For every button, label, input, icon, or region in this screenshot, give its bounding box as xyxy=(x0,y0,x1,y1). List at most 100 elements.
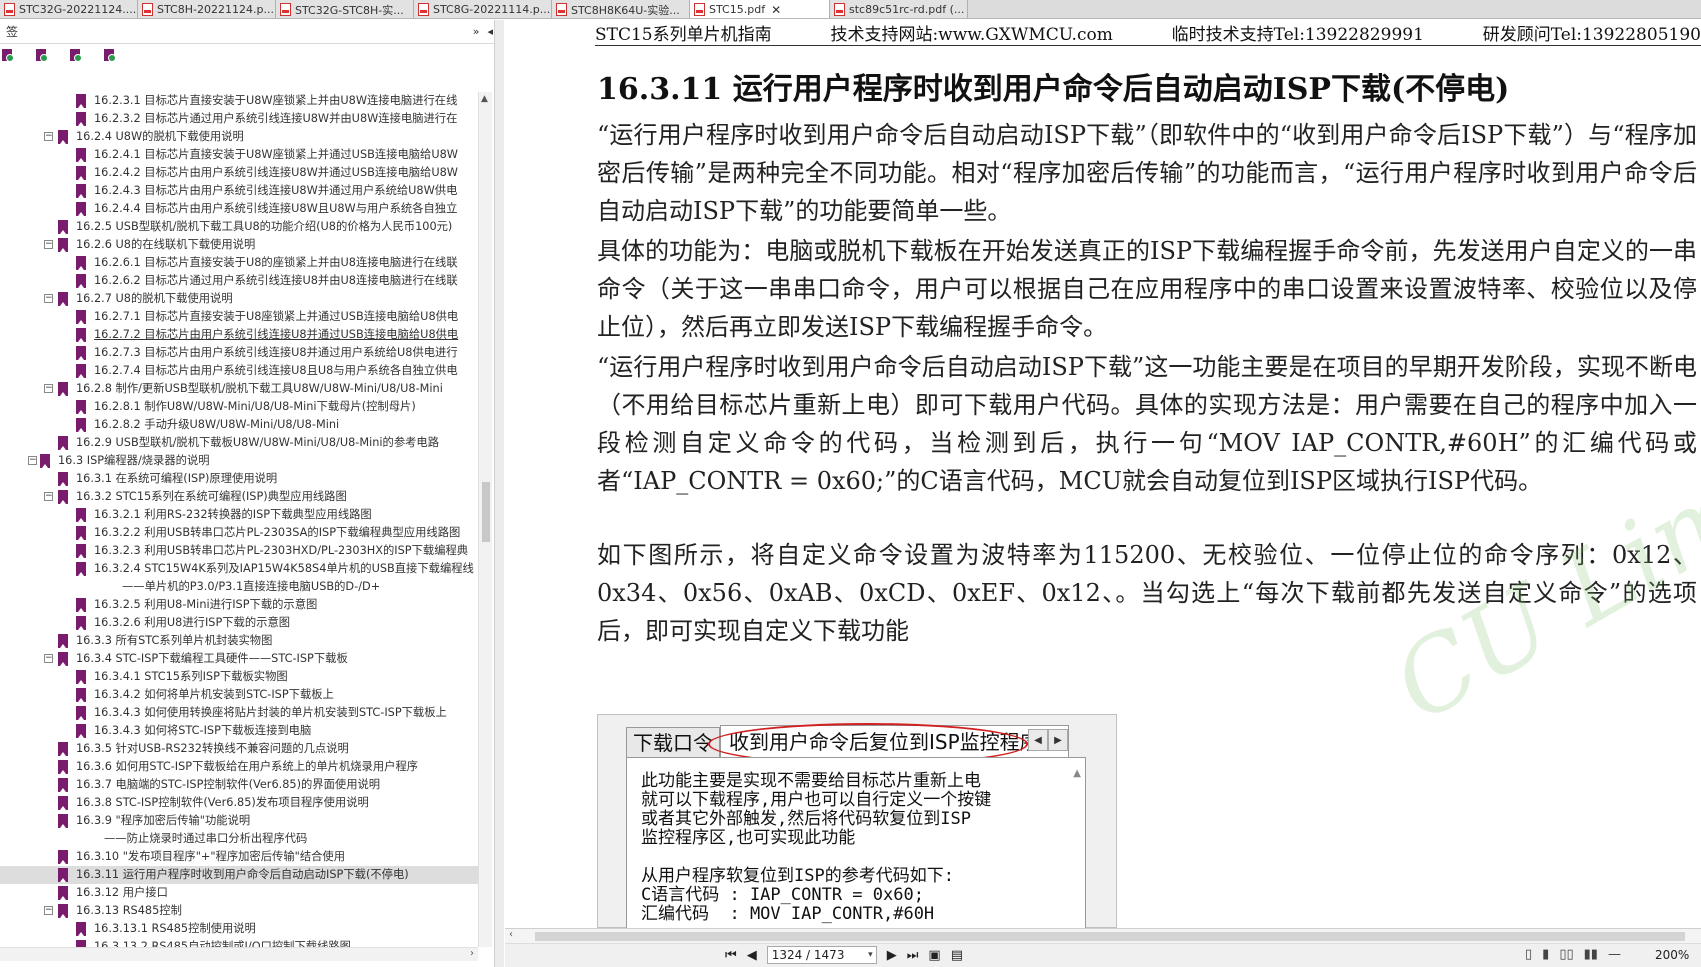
bookmark-item[interactable]: 16.3.8 STC-ISP控制软件(Ver6.85)发布项目程序使用说明 xyxy=(0,794,478,812)
document-tab[interactable]: STC32G-20221124.... xyxy=(0,0,138,18)
scrollbar-thumb[interactable] xyxy=(535,932,1685,941)
bookmark-item[interactable]: ——单片机的P3.0/P3.1直接连接电脑USB的D-/D+ xyxy=(0,578,478,596)
add-bookmark-icon[interactable] xyxy=(34,48,48,62)
bookmark-icon xyxy=(76,562,86,576)
bookmark-item[interactable]: − 16.3.2 STC15系列在系统可编程(ISP)典型应用线路图 xyxy=(0,488,478,506)
bookmark-item[interactable]: 16.2.4.3 目标芯片由用户系统引线连接U8W并通过用户系统给U8W供电 xyxy=(0,182,478,200)
collapse-toggle-icon[interactable]: − xyxy=(44,384,53,393)
bookmark-item[interactable]: 16.2.4.4 目标芯片由用户系统引线连接U8W且U8W与用户系统各自独立 xyxy=(0,200,478,218)
collapse-toggle-icon[interactable]: − xyxy=(44,906,53,915)
single-page-view-icon[interactable]: ▯ xyxy=(1525,947,1532,962)
zoom-level[interactable]: 200% xyxy=(1655,948,1689,962)
collapse-toggle-icon[interactable]: − xyxy=(28,456,37,465)
bookmark-item[interactable]: 16.3.2.4 STC15W4K系列及IAP15W4K58S4单片机的USB直… xyxy=(0,560,478,578)
bookmarks-vertical-scrollbar[interactable]: ▲ xyxy=(478,92,492,947)
bookmark-item[interactable]: 16.3.2.3 利用USB转串口芯片PL-2303HXD/PL-2303HX的… xyxy=(0,542,478,560)
bookmark-item[interactable]: 16.3.4.2 如何将单片机安装到STC-ISP下载板上 xyxy=(0,686,478,704)
bookmark-item[interactable]: 16.2.9 USB型联机/脱机下载板U8W/U8W-Mini/U8/U8-Mi… xyxy=(0,434,478,452)
bookmark-item[interactable]: ——防止烧录时通过串口分析出程序代码 xyxy=(0,830,478,848)
collapse-toggle-icon[interactable]: − xyxy=(44,294,53,303)
bookmark-item[interactable]: 16.2.6.1 目标芯片直接安装于U8的座锁紧上并由U8连接电脑进行在线联 xyxy=(0,254,478,272)
bookmark-item[interactable]: 16.3.4.3 如何使用转换座将贴片封装的单片机安装到STC-ISP下载板上 xyxy=(0,704,478,722)
document-tab[interactable]: STC15.pdf ✕ xyxy=(690,0,830,18)
bookmark-item[interactable]: 16.2.7.3 目标芯片由用户系统引线连接U8并通过用户系统给U8供电进行 xyxy=(0,344,478,362)
bookmark-item[interactable]: 16.2.3.1 目标芯片直接安装于U8W座锁紧上并由U8W连接电脑进行在线 xyxy=(0,92,478,110)
bookmark-icon xyxy=(76,364,86,378)
bookmark-item[interactable]: 16.2.7.1 目标芯片直接安装于U8座锁紧上并通过USB连接电脑给U8供电 xyxy=(0,308,478,326)
bookmark-item[interactable]: 16.2.8.1 制作U8W/U8W-Mini/U8/U8-Mini下载母片(控… xyxy=(0,398,478,416)
bookmark-item[interactable]: 16.3.13.1 RS485控制使用说明 xyxy=(0,920,478,938)
bookmark-item[interactable]: 16.3.3 所有STC系列单片机封装实物图 xyxy=(0,632,478,650)
first-page-icon[interactable]: ⏮ xyxy=(725,948,737,963)
scrollbar-thumb[interactable] xyxy=(482,482,490,542)
document-tab[interactable]: STC32G-STC8H-实... xyxy=(276,0,414,18)
scroll-right-icon[interactable]: › xyxy=(470,948,474,959)
bookmark-item[interactable]: 16.3.4.1 STC15系列ISP下载板实物图 xyxy=(0,668,478,686)
bookmark-item[interactable]: − 16.3.13 RS485控制 xyxy=(0,902,478,920)
bookmark-item[interactable]: 16.3.13.2 RS485自动控制或I/O口控制下载线路图 xyxy=(0,938,478,947)
collapse-toggle-icon[interactable]: − xyxy=(44,492,53,501)
scroll-left-icon[interactable]: ‹ xyxy=(509,929,513,940)
next-page-icon[interactable]: ▶ xyxy=(887,948,897,963)
pdf-file-icon xyxy=(834,3,845,16)
collapse-toggle-icon[interactable]: − xyxy=(44,654,53,663)
bookmark-item[interactable]: 16.3.6 如何用STC-ISP下载板给在用户系统上的单片机烧录用户程序 xyxy=(0,758,478,776)
bookmark-item[interactable]: 16.3.12 用户接口 xyxy=(0,884,478,902)
bookmark-options-icon[interactable] xyxy=(0,48,14,62)
close-icon[interactable]: ✕ xyxy=(771,3,781,17)
bookmark-item[interactable]: 16.2.5 USB型联机/脱机下载工具U8的功能介绍(U8的价格为人民币100… xyxy=(0,218,478,236)
bookmarks-horizontal-scrollbar[interactable]: › xyxy=(0,947,478,961)
fit-page-icon[interactable]: ▣ xyxy=(928,948,940,963)
bookmark-item[interactable]: 16.3.4.3 如何将STC-ISP下载板连接到电脑 xyxy=(0,722,478,740)
bookmark-item[interactable]: 16.2.3.2 目标芯片通过用户系统引线连接U8W并由U8W连接电脑进行在 xyxy=(0,110,478,128)
zoom-slider-icon[interactable]: — xyxy=(1608,947,1621,962)
bookmark-item[interactable]: 16.3.5 针对USB-RS232转换线不兼容问题的几点说明 xyxy=(0,740,478,758)
bookmark-item[interactable]: 16.3.10 "发布项目程序"+"程序加密后传输"结合使用 xyxy=(0,848,478,866)
bookmark-item[interactable]: 16.3.2.1 利用RS-232转换器的ISP下载典型应用线路图 xyxy=(0,506,478,524)
bookmark-item[interactable]: 16.3.7 电脑端的STC-ISP控制软件(Ver6.85)的界面使用说明 xyxy=(0,776,478,794)
bookmark-properties-icon[interactable] xyxy=(102,48,116,62)
bookmark-item[interactable]: 16.3.2.2 利用USB转串口芯片PL-2303SA的ISP下载编程典型应用… xyxy=(0,524,478,542)
two-page-view-icon[interactable]: ▯▯ xyxy=(1559,947,1573,962)
bookmark-item[interactable]: 16.2.7.4 目标芯片由用户系统引线连接U8且U8与用户系统各自独立供电 xyxy=(0,362,478,380)
bookmark-item[interactable]: 16.3.2.5 利用U8-Mini进行ISP下载的示意图 xyxy=(0,596,478,614)
continuous-view-icon[interactable]: ▮ xyxy=(1542,947,1549,962)
bookmark-item[interactable]: 16.2.8.2 手动升级U8W/U8W-Mini/U8/U8-Mini xyxy=(0,416,478,434)
bookmark-label: 16.3.2.1 利用RS-232转换器的ISP下载典型应用线路图 xyxy=(94,508,372,521)
collapse-toggle-icon[interactable]: − xyxy=(44,132,53,141)
fit-width-icon[interactable]: ▤ xyxy=(951,948,963,963)
bookmark-item[interactable]: 16.3.9 "程序加密后传输"功能说明 xyxy=(0,812,478,830)
prev-page-icon[interactable]: ◀ xyxy=(747,948,757,963)
bookmark-item[interactable]: 16.3.2.6 利用U8进行ISP下载的示意图 xyxy=(0,614,478,632)
two-page-continuous-icon[interactable]: ▮▮ xyxy=(1584,947,1598,962)
scroll-up-icon[interactable]: ▲ xyxy=(481,94,488,104)
bookmark-item[interactable]: − 16.2.6 U8的在线联机下载使用说明 xyxy=(0,236,478,254)
bookmark-item[interactable]: 16.3.11 运行用户程序时收到用户命令后自动启动ISP下载(不停电) xyxy=(0,866,478,884)
bookmark-item[interactable]: − 16.2.4 U8W的脱机下载使用说明 xyxy=(0,128,478,146)
bookmark-label: 16.3 ISP编程器/烧录器的说明 xyxy=(58,454,210,467)
bookmark-icon xyxy=(76,940,86,947)
bookmark-item[interactable]: 16.3.1 在系统可编程(ISP)原理使用说明 xyxy=(0,470,478,488)
expand-bookmark-icon[interactable] xyxy=(68,48,82,62)
document-tab[interactable]: STC8G-20221114.p... xyxy=(414,0,552,18)
bookmark-item[interactable]: − 16.3.4 STC-ISP下载编程工具硬件——STC-ISP下载板 xyxy=(0,650,478,668)
document-tab[interactable]: stc89c51rc-rd.pdf (... xyxy=(830,0,968,18)
expand-panel-icon[interactable]: » xyxy=(473,25,480,38)
bookmark-item[interactable]: 16.2.7.2 目标芯片由用户系统引线连接U8并通过USB连接电脑给U8供电 xyxy=(0,326,478,344)
document-tab[interactable]: STC8H-20221124.p... xyxy=(138,0,276,18)
bookmark-item[interactable]: 16.2.6.2 目标芯片通过用户系统引线连接U8并由U8连接电脑进行在线联 xyxy=(0,272,478,290)
chevron-down-icon[interactable]: ▾ xyxy=(868,947,873,963)
collapse-toggle-icon[interactable]: − xyxy=(44,240,53,249)
document-tab[interactable]: STC8H8K64U-实验... xyxy=(552,0,690,18)
page-number-field[interactable]: 1324 / 1473 ▾ xyxy=(766,946,877,964)
bookmark-item[interactable]: − 16.2.7 U8的脱机下载使用说明 xyxy=(0,290,478,308)
bookmark-label: 16.2.7.2 目标芯片由用户系统引线连接U8并通过USB连接电脑给U8供电 xyxy=(94,328,459,341)
bookmark-item[interactable]: − 16.2.8 制作/更新USB型联机/脱机下载工具U8W/U8W-Mini/U… xyxy=(0,380,478,398)
bookmark-item[interactable]: − 16.3 ISP编程器/烧录器的说明 xyxy=(0,452,478,470)
document-horizontal-scrollbar[interactable]: ‹ xyxy=(505,929,1701,944)
panel-splitter[interactable] xyxy=(494,20,504,967)
last-page-icon[interactable]: ⏭ xyxy=(907,948,919,963)
bookmark-item[interactable]: 16.2.4.1 目标芯片直接安装于U8W座锁紧上并通过USB连接电脑给U8W xyxy=(0,146,478,164)
bookmark-item[interactable]: 16.2.4.2 目标芯片由用户系统引线连接U8W并通过USB连接电脑给U8W xyxy=(0,164,478,182)
collapse-panel-icon[interactable]: ◂ xyxy=(487,25,493,38)
